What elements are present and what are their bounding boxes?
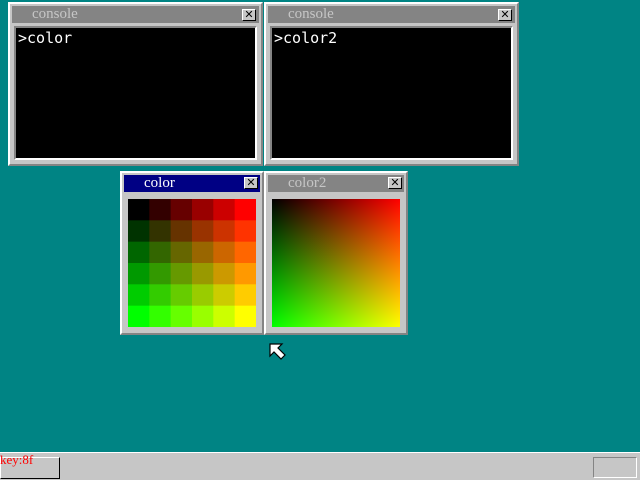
window-title: console	[288, 6, 334, 22]
color-cell	[128, 241, 150, 264]
color-cell	[170, 284, 193, 307]
color-cell	[170, 241, 193, 264]
close-icon: ✕	[500, 8, 510, 21]
console-window-2[interactable]: console ✕ >color2	[264, 2, 519, 166]
color-grid-svg	[128, 199, 256, 327]
console-title-bar[interactable]: console	[268, 6, 515, 23]
color-cell	[192, 241, 214, 264]
close-button[interactable]: ✕	[388, 177, 402, 189]
taskbar	[0, 452, 640, 480]
color-cell	[170, 199, 193, 221]
color-gradient-canvas	[272, 199, 400, 327]
color-cell	[128, 220, 150, 243]
console-window-1[interactable]: console ✕ >color	[8, 2, 263, 166]
color-cell	[149, 263, 172, 285]
window-title: console	[32, 6, 78, 22]
color-cell	[213, 284, 236, 307]
close-button[interactable]: ✕	[242, 9, 256, 21]
close-button[interactable]: ✕	[498, 9, 512, 21]
color-cell	[234, 305, 256, 327]
color-cell	[234, 199, 256, 221]
color-cell	[234, 263, 256, 285]
color-cell	[234, 241, 256, 264]
color-cell	[149, 220, 172, 243]
color-title-bar[interactable]: color	[124, 175, 260, 192]
color-gradient-svg	[272, 199, 400, 327]
system-tray	[593, 457, 637, 478]
close-icon: ✕	[246, 176, 256, 189]
color-window[interactable]: color ✕	[120, 171, 264, 335]
color-cell	[192, 263, 214, 285]
color-cell	[192, 284, 214, 307]
color-cell	[170, 305, 193, 327]
window-title: color	[144, 175, 175, 191]
color2-window[interactable]: color2 ✕	[264, 171, 408, 335]
color-cell	[149, 305, 172, 327]
arrow-pointer-icon	[269, 343, 286, 360]
key-status: key:8f	[0, 452, 34, 467]
color-cell	[128, 199, 150, 221]
color-cell	[234, 284, 256, 307]
color-cell	[170, 263, 193, 285]
close-icon: ✕	[244, 8, 254, 21]
console-output[interactable]: >color	[14, 26, 257, 160]
color-cell	[213, 220, 236, 243]
color-cell	[234, 220, 256, 243]
color-cell	[213, 241, 236, 264]
close-icon: ✕	[390, 176, 400, 189]
console-output[interactable]: >color2	[270, 26, 513, 160]
color-cell	[128, 305, 150, 327]
color-cell	[213, 199, 236, 221]
color-cell	[128, 284, 150, 307]
close-button[interactable]: ✕	[244, 177, 258, 189]
color-cell	[192, 199, 214, 221]
color-cell	[192, 220, 214, 243]
color-cell	[128, 263, 150, 285]
color-cell	[192, 305, 214, 327]
color-cell	[149, 199, 172, 221]
color-cell	[149, 241, 172, 264]
console-title-bar[interactable]: console	[12, 6, 259, 23]
color-grid-canvas	[128, 199, 256, 327]
color-cell	[149, 284, 172, 307]
color-cell	[213, 305, 236, 327]
color-cell	[213, 263, 236, 285]
color2-title-bar[interactable]: color2	[268, 175, 404, 192]
color-cell	[170, 220, 193, 243]
window-title: color2	[288, 175, 327, 191]
